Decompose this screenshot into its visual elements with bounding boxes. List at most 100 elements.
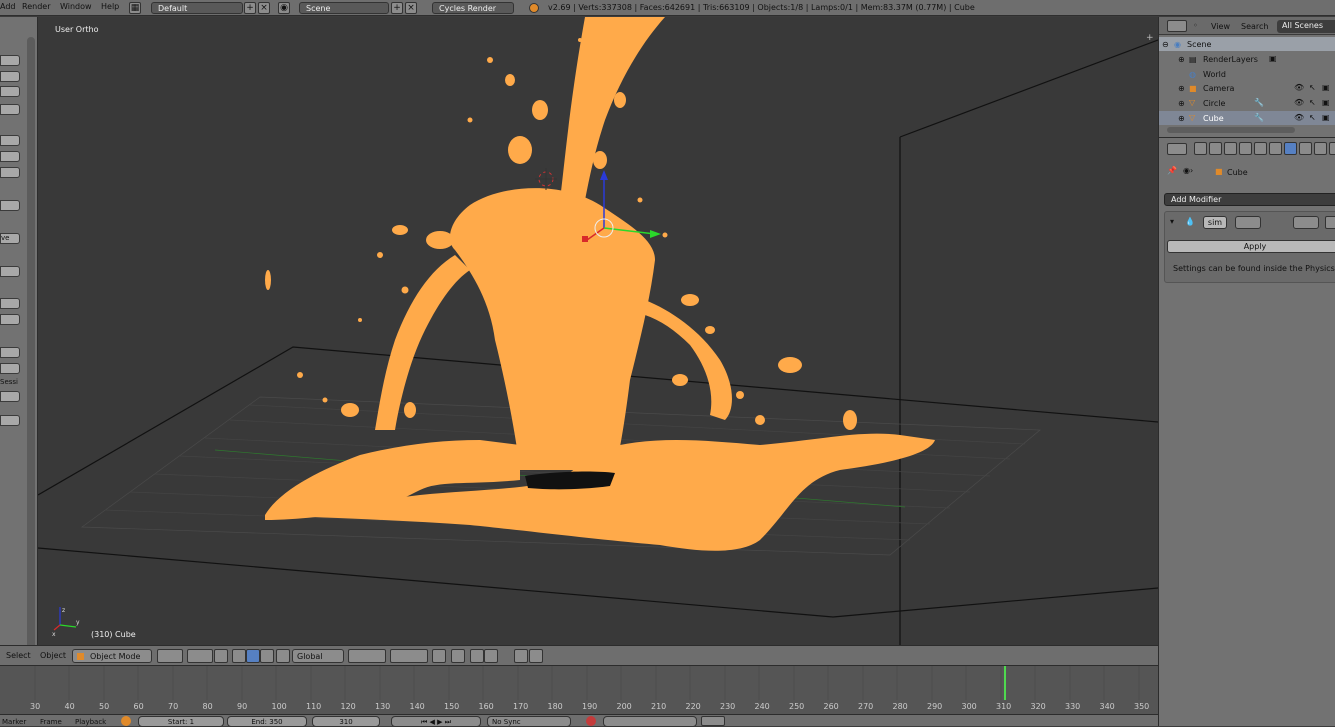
select-arrow-icon[interactable]: ↖ bbox=[1309, 113, 1316, 122]
apply-button[interactable]: Apply bbox=[1167, 240, 1335, 253]
expand-icon[interactable]: ⊕ bbox=[1178, 84, 1185, 93]
manipulator-icon[interactable] bbox=[214, 649, 228, 663]
render-engine-select[interactable]: Cycles Render bbox=[432, 2, 514, 14]
modifier-visibility-toggles[interactable] bbox=[1235, 216, 1261, 229]
tool-button[interactable] bbox=[0, 314, 20, 325]
tool-button[interactable] bbox=[0, 135, 20, 146]
visibility-eye-icon[interactable]: 👁 bbox=[1294, 113, 1304, 122]
select-arrow-icon[interactable]: ↖ bbox=[1309, 83, 1316, 92]
tool-button[interactable] bbox=[0, 151, 20, 162]
keying-set-field[interactable] bbox=[603, 716, 697, 727]
layer-lock-icon[interactable] bbox=[432, 649, 446, 663]
physics-tab-icon[interactable] bbox=[1329, 142, 1335, 155]
scale-icon[interactable] bbox=[260, 649, 274, 663]
menu-frame[interactable]: Frame bbox=[40, 718, 62, 726]
render-animation-icon[interactable] bbox=[529, 649, 543, 663]
tool-button[interactable] bbox=[0, 266, 20, 277]
outliner-row-scene[interactable]: ⊖ ◉ Scene bbox=[1159, 37, 1335, 51]
visibility-eye-icon[interactable]: 👁 bbox=[1294, 83, 1304, 92]
render-preview-icon[interactable] bbox=[514, 649, 528, 663]
tool-button[interactable] bbox=[0, 200, 20, 211]
display-mode-select[interactable]: All Scenes bbox=[1277, 20, 1335, 33]
menu-view[interactable]: View bbox=[1211, 22, 1230, 31]
tool-button-partial[interactable]: ve bbox=[0, 233, 20, 244]
outliner-row-cube[interactable]: ⊕ ▽ Cube 🔧 👁 ↖ ▣ bbox=[1159, 111, 1335, 125]
outliner-scrollbar[interactable] bbox=[1167, 127, 1295, 133]
menu-window[interactable]: Window bbox=[60, 2, 92, 11]
menu-object[interactable]: Object bbox=[40, 651, 66, 660]
expand-icon[interactable]: ⊕ bbox=[1178, 55, 1185, 64]
preview-range-icon[interactable] bbox=[121, 716, 131, 726]
scene-field[interactable]: Scene bbox=[299, 2, 389, 14]
pivot-point-icon[interactable] bbox=[187, 649, 213, 663]
keyframe-buttons[interactable] bbox=[701, 716, 725, 726]
snap-icon[interactable] bbox=[470, 649, 484, 663]
pin-icon[interactable]: 📌 bbox=[1167, 166, 1177, 175]
world-tab-icon[interactable] bbox=[1239, 142, 1252, 155]
menu-marker[interactable]: Marker bbox=[2, 718, 26, 726]
editor-type-icon[interactable] bbox=[1167, 143, 1187, 155]
renderlayers-tab-icon[interactable] bbox=[1209, 142, 1222, 155]
tool-button[interactable] bbox=[0, 391, 20, 402]
modifiers-tab-icon[interactable] bbox=[1284, 142, 1297, 155]
modifier-name-field[interactable]: sim bbox=[1203, 216, 1227, 229]
proportional-edit-icon[interactable] bbox=[451, 649, 465, 663]
tool-button[interactable] bbox=[0, 55, 20, 66]
remove-layout-icon[interactable]: × bbox=[258, 2, 270, 14]
tool-button[interactable] bbox=[0, 86, 20, 97]
current-frame-indicator[interactable] bbox=[1004, 666, 1006, 700]
expand-icon[interactable]: ⊕ bbox=[1178, 114, 1185, 123]
visibility-eye-icon[interactable]: 👁 bbox=[1294, 98, 1304, 107]
3d-viewport[interactable]: z y x User Ortho (310) Cube + bbox=[38, 17, 1158, 645]
move-modifier-buttons[interactable] bbox=[1293, 216, 1319, 229]
outliner-row-camera[interactable]: ⊕ ■ Camera 👁 ↖ ▣ bbox=[1159, 81, 1335, 95]
data-tab-icon[interactable] bbox=[1299, 142, 1312, 155]
menu-search[interactable]: Search bbox=[1241, 22, 1268, 31]
tool-button[interactable] bbox=[0, 298, 20, 309]
tool-button[interactable] bbox=[0, 347, 20, 358]
menu-add[interactable]: Add bbox=[0, 2, 16, 11]
current-frame-field[interactable]: 310 bbox=[312, 716, 380, 727]
constraints-tab-icon[interactable] bbox=[1269, 142, 1282, 155]
playback-controls[interactable]: ⏮ ◀ ▶ ⏭ bbox=[391, 716, 481, 727]
outliner-row-renderlayers[interactable]: ⊕ ▤ RenderLayers ▣ bbox=[1159, 52, 1335, 66]
material-tab-icon[interactable] bbox=[1314, 142, 1327, 155]
scene-icon[interactable]: ◉ bbox=[278, 2, 290, 14]
add-layout-icon[interactable]: + bbox=[244, 2, 256, 14]
expand-properties-icon[interactable]: + bbox=[1146, 33, 1154, 43]
tool-button[interactable] bbox=[0, 363, 20, 374]
end-frame-field[interactable]: End: 350 bbox=[227, 716, 307, 727]
outliner-row-world[interactable]: ◍ World bbox=[1159, 67, 1335, 81]
menu-playback[interactable]: Playback bbox=[75, 718, 106, 726]
transform-orientation-icon[interactable] bbox=[276, 649, 290, 663]
tool-button[interactable] bbox=[0, 71, 20, 82]
start-frame-field[interactable]: Start: 1 bbox=[138, 716, 224, 727]
tool-button[interactable] bbox=[0, 104, 20, 115]
sync-mode-select[interactable]: No Sync bbox=[487, 716, 571, 727]
layer-buttons-a[interactable] bbox=[348, 649, 386, 663]
menu-render[interactable]: Render bbox=[22, 2, 50, 11]
outliner-row-circle[interactable]: ⊕ ▽ Circle 🔧 👁 ↖ ▣ bbox=[1159, 96, 1335, 110]
layer-buttons-b[interactable] bbox=[390, 649, 428, 663]
render-camera-icon[interactable]: ▣ bbox=[1322, 113, 1330, 122]
scene-tab-icon[interactable] bbox=[1224, 142, 1237, 155]
add-modifier-button[interactable]: Add Modifier bbox=[1164, 193, 1335, 206]
menu-help[interactable]: Help bbox=[101, 2, 119, 11]
transform-orientation-select[interactable]: Global bbox=[292, 649, 344, 663]
editor-type-icon[interactable] bbox=[1167, 20, 1187, 32]
tool-button[interactable] bbox=[0, 415, 20, 426]
collapse-arrow-icon[interactable]: ▾ bbox=[1170, 217, 1174, 226]
object-tab-icon[interactable] bbox=[1254, 142, 1267, 155]
menu-select[interactable]: Select bbox=[6, 651, 31, 660]
remove-scene-icon[interactable]: × bbox=[405, 2, 417, 14]
screen-layout-icon[interactable]: ▦ bbox=[129, 2, 141, 14]
expand-icon[interactable]: ⊖ bbox=[1162, 40, 1169, 49]
translate-icon[interactable] bbox=[232, 649, 246, 663]
record-icon[interactable] bbox=[586, 716, 596, 726]
tool-button[interactable] bbox=[0, 167, 20, 178]
expand-icon[interactable]: ⊕ bbox=[1178, 99, 1185, 108]
select-arrow-icon[interactable]: ↖ bbox=[1309, 98, 1316, 107]
render-tab-icon[interactable] bbox=[1194, 142, 1207, 155]
snap-element-icon[interactable] bbox=[484, 649, 498, 663]
mode-select[interactable]: Object Mode bbox=[72, 649, 152, 663]
